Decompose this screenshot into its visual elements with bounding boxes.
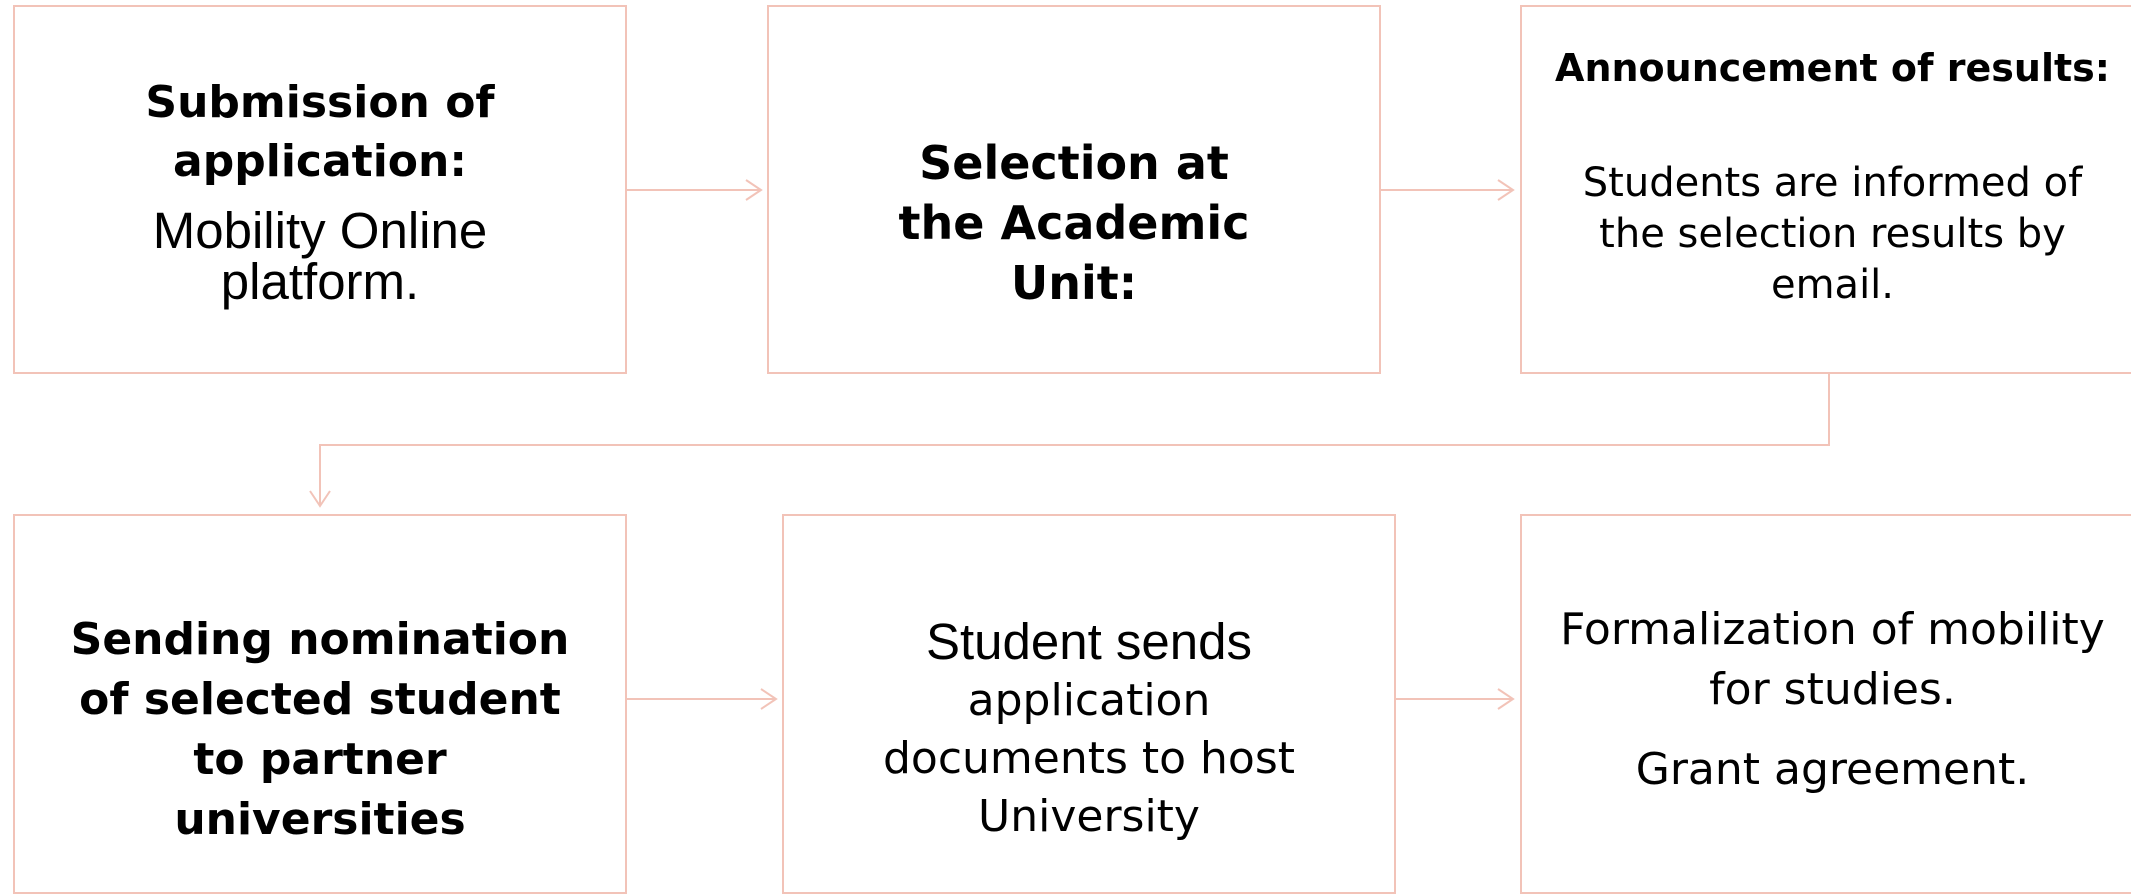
step-submission-body: Mobility Online platform. bbox=[110, 205, 530, 307]
step-documents-body: application documents to host University bbox=[839, 672, 1339, 846]
step-formalization: Formalization of mobility for studies. G… bbox=[1520, 514, 2131, 894]
step-documents-lead: Student sends bbox=[809, 612, 1369, 672]
step-nomination-heading: Sending nomination of selected student t… bbox=[50, 610, 590, 850]
step-selection: Selection at the Academic Unit: bbox=[767, 5, 1381, 374]
diagram-canvas: { "colors": { "box_border": "#f2c3b8", "… bbox=[0, 0, 2131, 879]
step-documents: Student sends application documents to h… bbox=[782, 514, 1396, 894]
step-announcement-heading: Announcement of results: bbox=[1533, 42, 2131, 94]
step-announcement-body: Students are informed of the selection r… bbox=[1573, 158, 2093, 311]
step-submission: Submission of application: Mobility Onli… bbox=[13, 5, 627, 374]
step-formalization-extra: Grant agreement. bbox=[1553, 740, 2113, 800]
arrow-announcement-to-nomination bbox=[320, 374, 1829, 506]
step-submission-heading: Submission of application: bbox=[130, 73, 510, 191]
step-announcement: Announcement of results: Students are in… bbox=[1520, 5, 2131, 374]
step-formalization-body: Formalization of mobility for studies. bbox=[1553, 600, 2113, 720]
step-selection-heading: Selection at the Academic Unit: bbox=[874, 133, 1274, 313]
step-nomination: Sending nomination of selected student t… bbox=[13, 514, 627, 894]
